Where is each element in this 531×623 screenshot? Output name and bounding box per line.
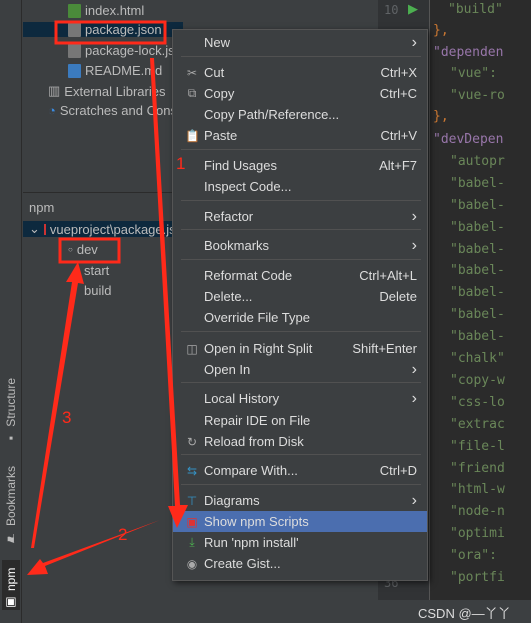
annotation-number-2: 2 (118, 525, 128, 544)
annotation-number-1: 1 (176, 154, 186, 173)
annotation-layer (27, 20, 188, 575)
arrow-1 (150, 58, 188, 528)
annotation-number-3: 3 (62, 408, 72, 427)
highlight-box-dev (58, 237, 121, 264)
highlight-box-package-json (54, 20, 167, 45)
arrow-3 (31, 262, 84, 548)
arrow-2 (27, 520, 160, 575)
